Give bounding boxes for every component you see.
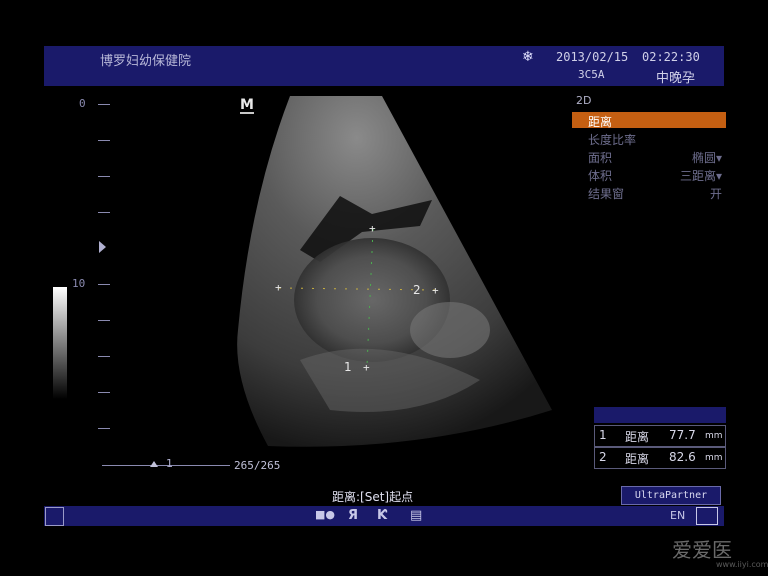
menu-item-value: 椭圆▾ — [691, 151, 722, 165]
caliper-point[interactable]: + — [363, 361, 370, 374]
menu-item-label: 距离 — [588, 115, 613, 129]
chevron-down-icon: ▾ — [715, 151, 722, 165]
menu-item-label: 结果窗 — [588, 187, 625, 201]
result-row: 2 距离 82.6 mm — [594, 447, 726, 469]
menu-item-value: 开 — [709, 187, 722, 201]
menu-item-label: 长度比率 — [588, 133, 637, 147]
report-icon[interactable]: ▤ — [410, 508, 422, 523]
flip-icon[interactable]: Ƙ — [377, 508, 387, 523]
mode-label: 2D — [576, 94, 592, 107]
caliper-point[interactable]: + — [432, 284, 439, 297]
rotate-icon[interactable]: Я — [348, 508, 358, 523]
result-unit: mm — [705, 453, 723, 463]
result-value: 77.7 — [669, 428, 696, 442]
result-unit: mm — [705, 431, 723, 441]
menu-item-result-window[interactable]: 结果窗 开 — [572, 184, 726, 201]
menu-item-area[interactable]: 面积 椭圆▾ — [572, 148, 726, 165]
menu-item-volume[interactable]: 体积 三距离▾ — [572, 166, 726, 183]
cine-position-label: 1 — [166, 457, 173, 470]
menu-item-label: 体积 — [588, 169, 613, 183]
result-value: 82.6 — [669, 450, 696, 464]
result-label: 距离 — [625, 430, 650, 444]
watermark-logo: 爱爱医 — [672, 538, 732, 562]
cine-scrollbar[interactable]: 1 — [102, 457, 230, 471]
menu-item-value: 三距离▾ — [679, 169, 722, 183]
trackball-icon[interactable]: ■● — [315, 508, 335, 521]
results-header — [594, 407, 726, 423]
brand-badge: UltraPartner — [621, 486, 721, 505]
menu-item-label: 面积 — [588, 151, 613, 165]
watermark-url: www.iiyi.com — [716, 560, 768, 569]
caliper-point[interactable]: + — [275, 281, 282, 294]
language-indicator[interactable]: EN — [670, 509, 685, 522]
corner-icon[interactable] — [45, 507, 64, 526]
result-index: 2 — [599, 450, 607, 464]
frame-counter: 265/265 — [234, 459, 281, 472]
chevron-down-icon: ▾ — [715, 169, 722, 183]
result-index: 1 — [599, 428, 607, 442]
caliper-point[interactable]: + — [369, 222, 376, 235]
caliper-label-2: 2 — [413, 283, 421, 297]
menu-item-distance[interactable]: 距离 — [572, 112, 726, 129]
keyboard-icon[interactable] — [696, 507, 718, 525]
orientation-marker: M — [240, 97, 254, 114]
status-prompt: 距离:[Set]起点 — [332, 490, 414, 504]
caliper-label-1: 1 — [344, 360, 352, 374]
echo-region — [410, 302, 490, 358]
menu-item-length-ratio[interactable]: 长度比率 — [572, 130, 726, 147]
result-row: 1 距离 77.7 mm — [594, 425, 726, 447]
results-window: 1 距离 77.7 mm 2 距离 82.6 mm — [594, 407, 726, 469]
cine-knob-icon[interactable] — [150, 461, 158, 467]
bottom-bar: ■● Я Ƙ ▤ EN — [44, 506, 724, 526]
result-label: 距离 — [625, 452, 650, 466]
